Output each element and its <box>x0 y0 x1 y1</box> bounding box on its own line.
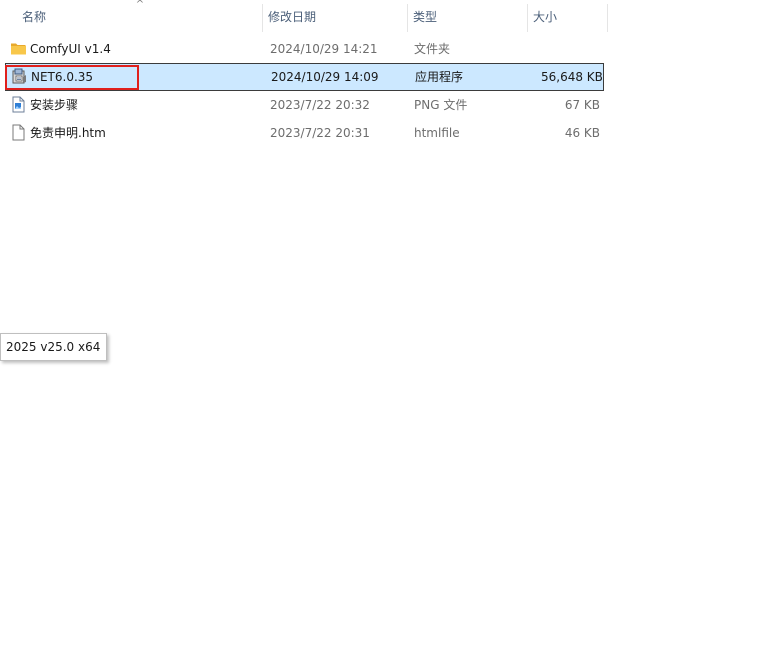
file-list: ComfyUI v1.4 2024/10/29 14:21 文件夹 NET6.0… <box>0 35 610 147</box>
file-row-disclaimer[interactable]: 免责申明.htm 2023/7/22 20:31 htmlfile 46 KB <box>0 119 604 147</box>
file-row-net6[interactable]: NET6.0.35 2024/10/29 14:09 应用程序 56,648 K… <box>5 63 604 91</box>
file-date: 2023/7/22 20:32 <box>270 98 370 112</box>
image-file-icon <box>10 96 27 113</box>
file-row-comfyui[interactable]: ComfyUI v1.4 2024/10/29 14:21 文件夹 <box>0 35 604 63</box>
column-header-name-label: 名称 <box>22 10 47 24</box>
column-header-type-label: 类型 <box>413 10 438 24</box>
tooltip: 2025 v25.0 x64 <box>0 333 108 361</box>
column-header-name[interactable]: 名称 <box>17 4 263 32</box>
file-date: 2023/7/22 20:31 <box>270 126 370 140</box>
file-date: 2024/10/29 14:21 <box>270 42 378 56</box>
file-explorer-list-view: ^ 名称 修改日期 类型 大小 ComfyUI v1.4 2024/10/29 … <box>0 0 762 669</box>
column-header-type[interactable]: 类型 <box>408 4 528 32</box>
column-header-size-label: 大小 <box>533 10 558 24</box>
folder-icon <box>10 40 27 57</box>
document-file-icon <box>10 124 27 141</box>
file-type: PNG 文件 <box>414 98 468 112</box>
file-size: 67 KB <box>564 98 600 112</box>
file-date: 2024/10/29 14:09 <box>271 70 379 84</box>
file-row-install-steps[interactable]: 安装步骤 2023/7/22 20:32 PNG 文件 67 KB <box>0 91 604 119</box>
column-header-date-label: 修改日期 <box>268 10 317 24</box>
file-name: ComfyUI v1.4 <box>30 42 111 56</box>
column-header-size[interactable]: 大小 <box>528 4 608 32</box>
file-size: 56,648 KB <box>541 70 603 84</box>
column-header-date[interactable]: 修改日期 <box>263 4 408 32</box>
file-name: 安装步骤 <box>30 98 79 112</box>
file-size: 46 KB <box>564 126 600 140</box>
file-name: 免责申明.htm <box>30 126 106 140</box>
tooltip-text: 2025 v25.0 x64 <box>6 340 101 354</box>
installer-icon <box>11 68 28 85</box>
column-header-bar: ^ 名称 修改日期 类型 大小 <box>0 0 608 32</box>
file-name: NET6.0.35 <box>31 70 94 84</box>
file-type: htmlfile <box>414 126 460 140</box>
file-type: 文件夹 <box>414 42 451 56</box>
file-type: 应用程序 <box>415 70 464 84</box>
